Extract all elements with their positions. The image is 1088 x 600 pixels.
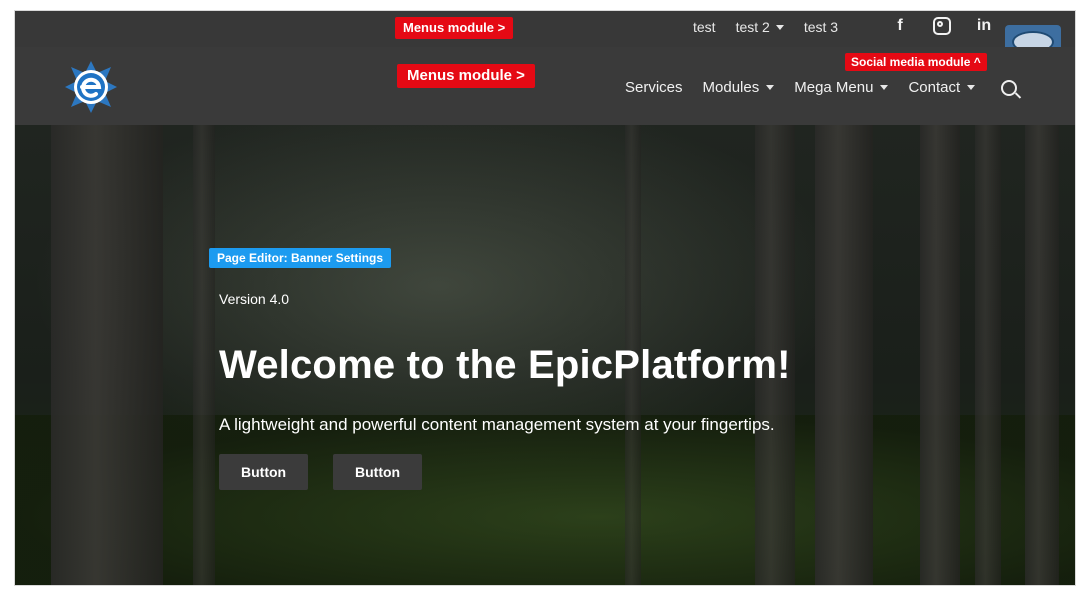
hero-headline: Welcome to the EpicPlatform! — [219, 343, 791, 387]
site-frame: Menus module > test test 2 test 3 f in M… — [14, 10, 1076, 586]
hero-button-1[interactable]: Button — [219, 454, 309, 490]
forest-floor — [15, 415, 1075, 585]
main-header: Menus module > Social media module ^ Ser… — [15, 47, 1075, 125]
linkedin-icon[interactable]: in — [975, 17, 993, 35]
page-editor-badge[interactable]: Page Editor: Banner Settings — [209, 248, 392, 268]
utility-link-test-2[interactable]: test 2 — [736, 19, 784, 35]
menus-module-badge[interactable]: Menus module > — [397, 64, 535, 88]
utility-link-test-3[interactable]: test 3 — [804, 19, 838, 35]
hero-banner: Page Editor: Banner Settings Version 4.0… — [15, 125, 1075, 585]
epic-logo-icon[interactable] — [63, 59, 119, 115]
utility-bar: Menus module > test test 2 test 3 f in — [15, 11, 1075, 59]
tree-trunk — [975, 125, 1001, 585]
facebook-icon[interactable]: f — [891, 17, 909, 35]
nav-item-modules[interactable]: Modules — [703, 79, 775, 96]
hero-subtitle: A lightweight and powerful content manag… — [219, 415, 775, 434]
social-links: f in — [891, 17, 993, 35]
chevron-down-icon — [967, 85, 976, 90]
tree-trunk — [1025, 125, 1059, 585]
search-icon[interactable] — [1001, 79, 1018, 96]
utility-links: test test 2 test 3 — [693, 19, 838, 35]
chevron-down-icon — [775, 24, 784, 30]
hero-button-2[interactable]: Button — [333, 454, 423, 490]
tree-trunk — [51, 125, 163, 585]
menus-module-badge-top[interactable]: Menus module > — [395, 17, 514, 39]
version-label: Version 4.0 — [219, 291, 290, 307]
utility-link-test[interactable]: test — [693, 19, 716, 35]
chevron-down-icon — [766, 85, 775, 90]
tree-trunk — [193, 125, 215, 585]
nav-item-services[interactable]: Services — [625, 79, 683, 96]
social-media-module-badge[interactable]: Social media module ^ — [845, 53, 987, 71]
instagram-icon[interactable] — [933, 17, 951, 35]
main-nav: Services Modules Mega Menu Contact — [625, 79, 1018, 96]
tree-trunk — [920, 125, 960, 585]
nav-item-contact[interactable]: Contact — [908, 79, 976, 96]
nav-item-mega-menu[interactable]: Mega Menu — [794, 79, 889, 96]
tree-trunk — [815, 125, 873, 585]
chevron-down-icon — [880, 85, 889, 90]
